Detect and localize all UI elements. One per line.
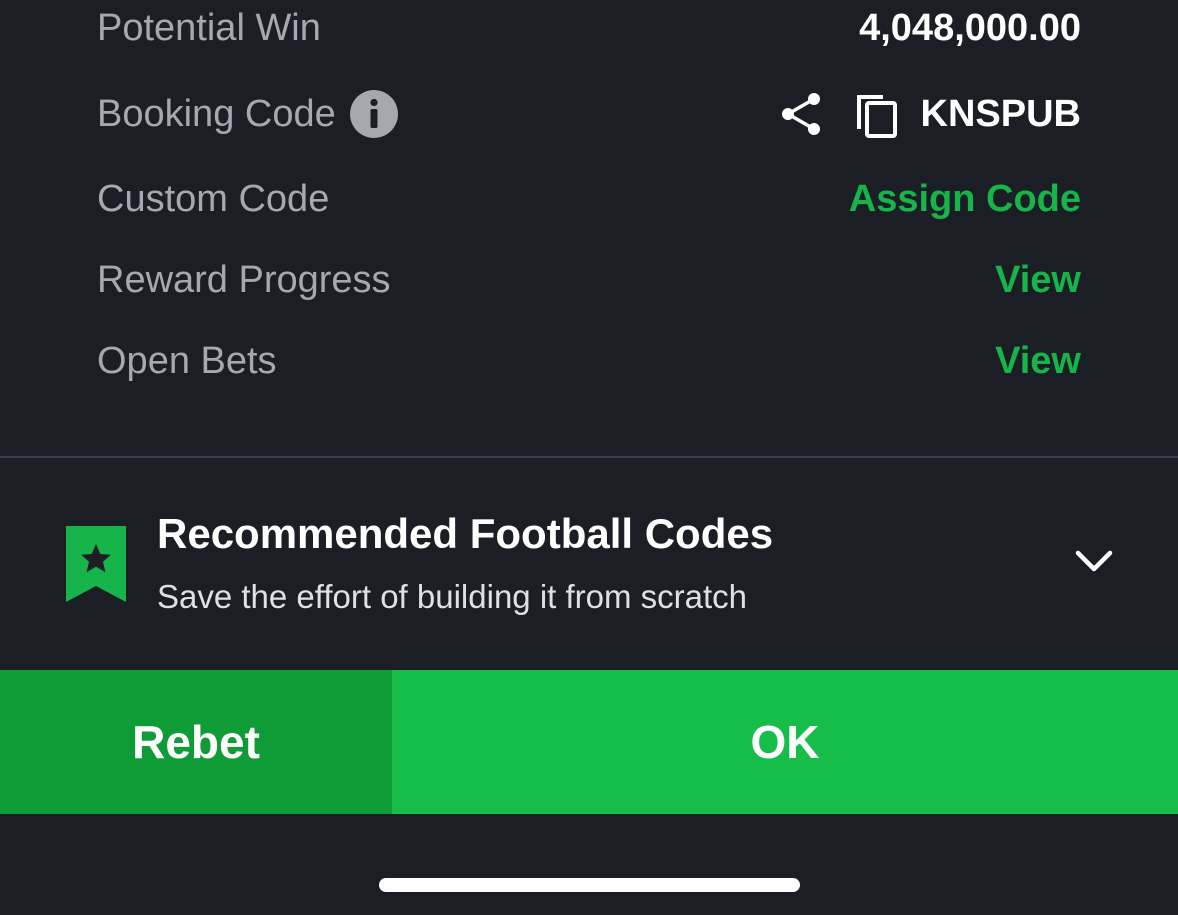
recommended-codes-panel[interactable]: Recommended Football Codes Save the effo… — [0, 458, 1178, 668]
info-icon[interactable] — [349, 90, 398, 138]
home-indicator[interactable] — [379, 878, 800, 892]
potential-win-row: Potential Win 4,048,000.00 — [97, 0, 1081, 58]
open-bets-label: Open Bets — [97, 339, 277, 382]
assign-code-link[interactable]: Assign Code — [849, 178, 1081, 221]
reward-progress-label: Reward Progress — [97, 258, 391, 301]
share-icon[interactable] — [779, 91, 825, 137]
copy-icon[interactable] — [853, 89, 899, 139]
potential-win-label: Potential Win — [97, 6, 321, 49]
booking-code-label: Booking Code — [97, 92, 336, 135]
rebet-button[interactable]: Rebet — [0, 670, 392, 814]
open-bets-view-link[interactable]: View — [995, 340, 1081, 383]
ok-button[interactable]: OK — [392, 670, 1178, 814]
open-bets-row: Open Bets View — [97, 331, 1081, 391]
chevron-down-icon[interactable] — [1072, 546, 1116, 576]
booking-code-value[interactable]: KNSPUB — [921, 93, 1081, 136]
action-bar: Rebet OK — [0, 670, 1178, 814]
custom-code-row: Custom Code Assign Code — [97, 169, 1081, 229]
booking-code-value-group: KNSPUB — [779, 89, 1081, 139]
recommended-title: Recommended Football Codes — [157, 510, 774, 557]
booking-code-row: Booking Code KNSPUB — [97, 84, 1081, 144]
bet-summary: Potential Win 4,048,000.00 Booking Code — [0, 0, 1178, 456]
potential-win-value: 4,048,000.00 — [859, 6, 1081, 49]
recommended-subtitle: Save the effort of building it from scra… — [157, 578, 748, 615]
bookmark-star-icon — [66, 526, 126, 602]
bottom-safe-area — [0, 814, 1178, 915]
reward-progress-row: Reward Progress View — [97, 250, 1081, 310]
custom-code-label: Custom Code — [97, 177, 330, 220]
booking-code-label-group: Booking Code — [97, 90, 398, 138]
reward-progress-view-link[interactable]: View — [995, 259, 1081, 302]
